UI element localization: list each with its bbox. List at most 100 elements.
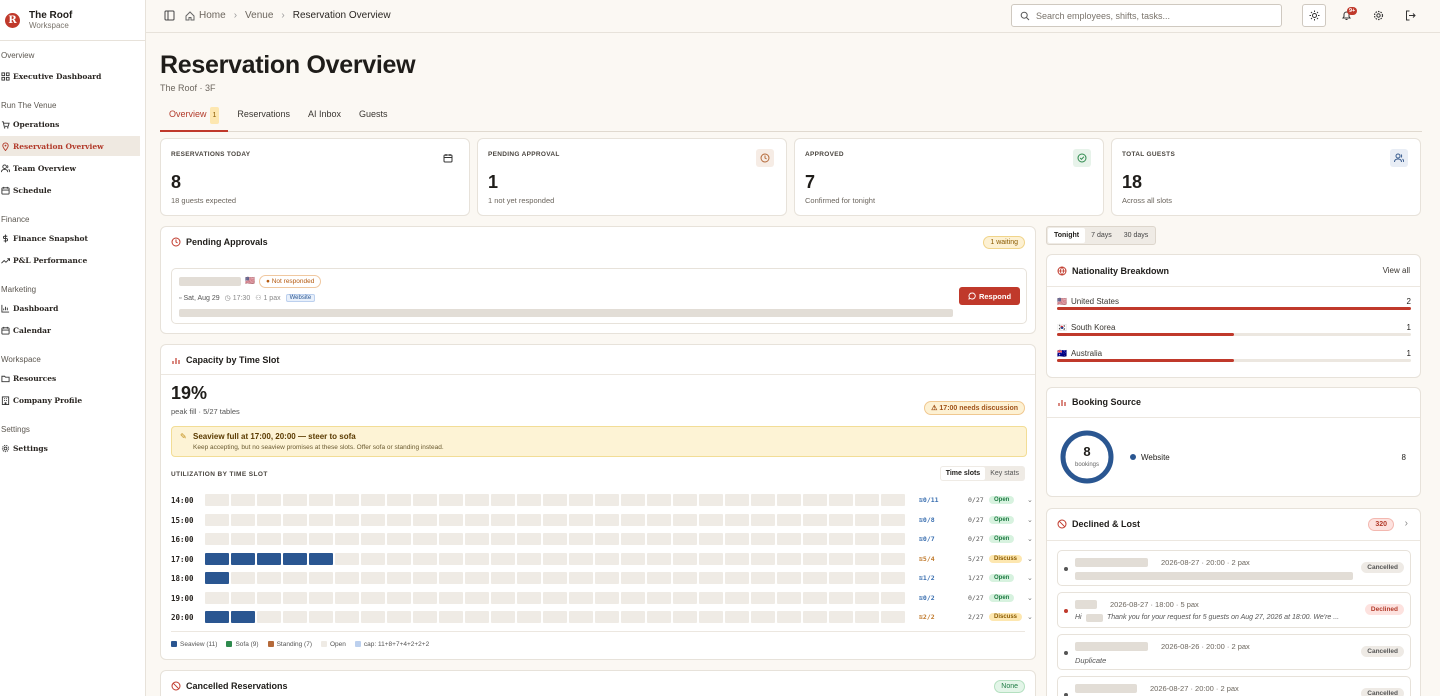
table-cell-open bbox=[725, 533, 749, 545]
sidebar-item-executive-dashboard[interactable]: Executive Dashboard bbox=[0, 66, 145, 86]
nationality-bar-fill bbox=[1057, 359, 1234, 362]
stat-card-reservations[interactable]: RESERVATIONS TODAY 8 18 guests expected bbox=[160, 138, 470, 216]
legend-cap: cap: 11+8+7+4+2+2+2 bbox=[354, 641, 429, 648]
guest-name-redacted bbox=[1075, 600, 1097, 609]
table-cell-open bbox=[829, 514, 853, 526]
slot-row[interactable]: 19:00 ≋0/2 0/27 Open ⌄ bbox=[171, 591, 1033, 605]
declined-row[interactable]: 2026-08-26 · 20:00 · 2 pax Cancelled Dupli… bbox=[1057, 634, 1411, 670]
view-all-link[interactable]: View all bbox=[1383, 266, 1410, 275]
calendar-icon bbox=[439, 149, 457, 167]
sidebar-item-finance-snapshot[interactable]: Finance Snapshot bbox=[0, 228, 145, 248]
chevron-down-icon[interactable]: ⌄ bbox=[1027, 555, 1033, 563]
table-cell-open bbox=[257, 572, 281, 584]
settings-button[interactable] bbox=[1366, 4, 1390, 27]
nationality-row[interactable]: 🇰🇷 South Korea 1 bbox=[1057, 323, 1411, 336]
range-tonight[interactable]: Tonight bbox=[1048, 228, 1086, 243]
sidebar-item-label: Finance Snapshot bbox=[13, 233, 89, 243]
sidebar-toggle-icon[interactable] bbox=[164, 10, 175, 21]
pending-approvals-card: Pending Approvals 1 waiting 🇺🇸 ● Not res… bbox=[160, 226, 1036, 334]
table-cell-open bbox=[829, 533, 853, 545]
declined-row[interactable]: 2026-08-27 · 20:00 · 2 pax Cancelled bbox=[1057, 676, 1411, 696]
table-cell-open bbox=[595, 494, 619, 506]
slot-capacity: ≋0/8 bbox=[919, 516, 935, 524]
table-cell-open bbox=[881, 514, 905, 526]
sidebar-item-schedule[interactable]: Schedule bbox=[0, 180, 145, 200]
chevron-down-icon[interactable]: ⌄ bbox=[1027, 535, 1033, 543]
nationality-row[interactable]: 🇺🇸 United States 2 bbox=[1057, 297, 1411, 310]
chevron-down-icon[interactable]: ⌄ bbox=[1027, 574, 1033, 582]
card-header: Cancelled Reservations bbox=[171, 681, 288, 691]
table-cell-open bbox=[621, 592, 645, 604]
brand[interactable]: R The Roof Workspace bbox=[0, 0, 145, 41]
slot-row[interactable]: 16:00 ≋0/7 0/27 Open ⌄ bbox=[171, 532, 1033, 546]
table-cell-open bbox=[621, 553, 645, 565]
breadcrumb-venue[interactable]: Venue bbox=[245, 10, 273, 21]
range-7-days[interactable]: 7 days bbox=[1085, 228, 1118, 243]
table-cell-open bbox=[647, 494, 671, 506]
tab-ai-inbox[interactable]: AI Inbox bbox=[299, 106, 350, 131]
legend-divider bbox=[171, 631, 1025, 632]
chevron-down-icon[interactable]: ⌄ bbox=[1027, 613, 1033, 621]
header-divider bbox=[1047, 286, 1420, 287]
chevron-down-icon[interactable]: ⌄ bbox=[1027, 516, 1033, 524]
table-cell-booked bbox=[205, 611, 229, 623]
slot-row[interactable]: 15:00 ≋0/8 0/27 Open ⌄ bbox=[171, 513, 1033, 527]
table-cell-open bbox=[621, 494, 645, 506]
toggle-key-stats[interactable]: Key stats bbox=[985, 467, 1024, 480]
tab-reservations[interactable]: Reservations bbox=[228, 106, 299, 131]
table-cell-open bbox=[777, 514, 801, 526]
slot-cells bbox=[205, 533, 905, 545]
logout-button[interactable] bbox=[1398, 4, 1422, 27]
range-30-days[interactable]: 30 days bbox=[1118, 228, 1155, 243]
dashboard-icon bbox=[1, 71, 10, 81]
declined-row[interactable]: 2026-08-27 · 20:00 · 2 pax Cancelled bbox=[1057, 550, 1411, 586]
sidebar-item-company-profile[interactable]: Company Profile bbox=[0, 390, 145, 410]
sidebar-item-marketing-dashboard[interactable]: Dashboard bbox=[0, 298, 145, 318]
sidebar-item-resources[interactable]: Resources bbox=[0, 368, 145, 388]
slot-capacity: ≋0/7 bbox=[919, 535, 935, 543]
sidebar-section-title: Finance bbox=[1, 215, 30, 224]
table-cell-open bbox=[439, 514, 463, 526]
table-cell-open bbox=[699, 572, 723, 584]
slot-row[interactable]: 14:00 ≋0/11 0/27 Open ⌄ bbox=[171, 493, 1033, 507]
tab-overview[interactable]: Overview 1 bbox=[160, 106, 229, 132]
table-cell-open bbox=[777, 553, 801, 565]
pending-request-item[interactable]: 🇺🇸 ● Not responded ▫ Sat, Aug 29 ◷ 17:30… bbox=[171, 268, 1027, 324]
stat-card-approved[interactable]: APPROVED 7 Confirmed for tonight bbox=[794, 138, 1104, 216]
slot-row[interactable]: 20:00 ≋2/2 2/27 Discuss ⌄ bbox=[171, 610, 1033, 624]
slot-time: 19:00 bbox=[171, 593, 194, 603]
table-cell-booked bbox=[309, 553, 333, 565]
table-cell-open bbox=[283, 514, 307, 526]
sidebar-item-team-overview[interactable]: Team Overview bbox=[0, 158, 145, 178]
nationality-row[interactable]: 🇦🇺 Australia 1 bbox=[1057, 349, 1411, 362]
search-input[interactable]: Search employees, shifts, tasks... bbox=[1011, 4, 1282, 27]
chevron-right-icon[interactable]: › bbox=[1405, 518, 1408, 529]
table-cell-open bbox=[231, 572, 255, 584]
breadcrumb-home[interactable]: Home bbox=[199, 10, 226, 21]
sidebar-item-calendar[interactable]: Calendar bbox=[0, 320, 145, 340]
slot-time: 14:00 bbox=[171, 495, 194, 505]
slot-row[interactable]: 17:00 ≋5/4 5/27 Discuss ⌄ bbox=[171, 552, 1033, 566]
toggle-time-slots[interactable]: Time slots bbox=[940, 467, 986, 480]
bar-chart-icon bbox=[172, 358, 180, 364]
declined-row[interactable]: 2026-08-27 · 18:00 · 5 pax Declined Hi Than… bbox=[1057, 592, 1411, 628]
respond-button[interactable]: Respond bbox=[959, 287, 1020, 305]
table-cell-open bbox=[595, 611, 619, 623]
card-header: Pending Approvals bbox=[171, 237, 268, 247]
declined-meta: 2026-08-26 · 20:00 · 2 pax bbox=[1161, 642, 1250, 651]
chevron-down-icon[interactable]: ⌄ bbox=[1027, 496, 1033, 504]
declined-meta: 2026-08-27 · 20:00 · 2 pax bbox=[1161, 558, 1250, 567]
sidebar-item-reservation-overview[interactable]: Reservation Overview bbox=[0, 136, 140, 156]
tab-guests[interactable]: Guests bbox=[350, 106, 397, 131]
sidebar-item-settings[interactable]: Settings bbox=[0, 438, 145, 458]
slot-row[interactable]: 18:00 ≋1/2 1/27 Open ⌄ bbox=[171, 571, 1033, 585]
stat-card-guests[interactable]: TOTAL GUESTS 18 Across all slots bbox=[1111, 138, 1421, 216]
notifications-button[interactable]: 9+ bbox=[1334, 4, 1358, 27]
sidebar-item-operations[interactable]: Operations bbox=[0, 114, 145, 134]
stat-card-pending[interactable]: PENDING APPROVAL 1 1 not yet responded bbox=[477, 138, 787, 216]
alert-sub: Keep accepting, but no seaview promises … bbox=[193, 444, 444, 451]
theme-toggle-button[interactable] bbox=[1302, 4, 1326, 27]
chevron-down-icon[interactable]: ⌄ bbox=[1027, 594, 1033, 602]
table-cell-open bbox=[673, 553, 697, 565]
sidebar-item-pl-performance[interactable]: P&L Performance bbox=[0, 250, 145, 270]
